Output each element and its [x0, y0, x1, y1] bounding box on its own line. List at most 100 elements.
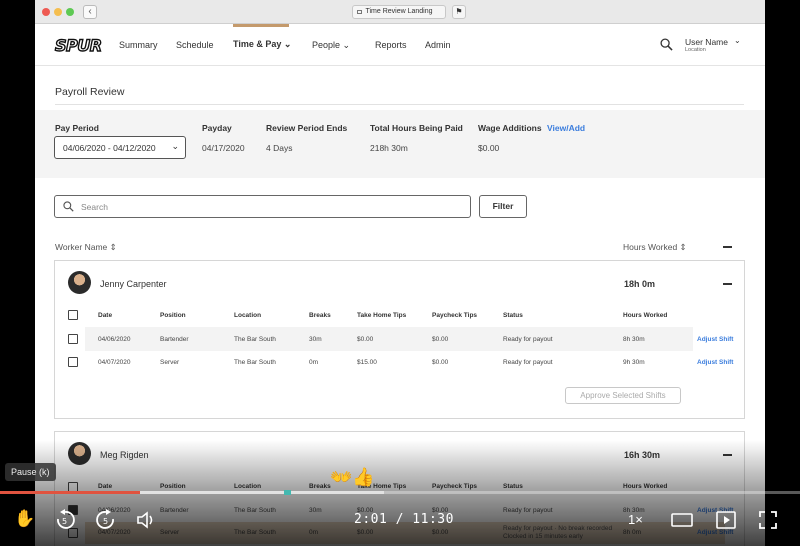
sort-hours-worked[interactable]: Hours Worked ⇕: [623, 242, 687, 253]
active-tab-indicator: [233, 24, 289, 27]
cell-position: Server: [160, 359, 180, 366]
review-end-label: Review Period Ends: [266, 123, 348, 133]
cell-paycheck-tips: $0.00: [432, 359, 449, 366]
cell-date: 04/06/2020: [98, 336, 131, 343]
collapse-all-icon[interactable]: [723, 246, 732, 248]
minimize-window-button[interactable]: [54, 8, 62, 16]
collapse-icon[interactable]: [723, 283, 732, 285]
svg-text:5: 5: [103, 517, 108, 526]
collapse-icon[interactable]: [723, 454, 732, 456]
payday-value: 04/17/2020: [202, 143, 245, 153]
col-hours-worked: Hours Worked: [623, 312, 668, 319]
chevron-down-icon: ⌄: [283, 39, 292, 49]
wage-additions-label: Wage Additions: [478, 123, 542, 133]
cell-breaks: 0m: [309, 529, 319, 536]
pay-period-value: 04/06/2020 - 04/12/2020: [63, 143, 156, 153]
wage-additions-value: $0.00: [478, 143, 500, 153]
col-status: Status: [503, 483, 523, 490]
search-input[interactable]: Search: [54, 195, 471, 218]
sort-worker-name[interactable]: Worker Name ⇕: [55, 242, 117, 253]
nav-people[interactable]: People ⌄: [312, 40, 350, 51]
miniplayer-icon[interactable]: [716, 511, 736, 529]
total-hours-value: 218h 30m: [370, 143, 408, 153]
progress-marker[interactable]: [284, 490, 291, 495]
row-checkbox[interactable]: [68, 357, 78, 367]
top-nav: SPUR Summary Schedule Time & Pay ⌄ Peopl…: [35, 24, 765, 66]
search-placeholder: Search: [81, 202, 108, 212]
browser-toolbar: ‹ Time Review Landing ⚑: [35, 0, 765, 24]
address-bar[interactable]: Time Review Landing: [352, 5, 446, 19]
close-window-button[interactable]: [42, 8, 50, 16]
col-position: Position: [160, 312, 186, 319]
chevron-down-icon: ⌄: [342, 40, 351, 50]
rewind-5-icon[interactable]: 5: [55, 509, 75, 531]
worker-name[interactable]: Jenny Carpenter: [100, 279, 167, 289]
chevron-down-icon[interactable]: ⌄: [734, 36, 741, 45]
col-status: Status: [503, 312, 523, 319]
cell-breaks: 0m: [309, 359, 319, 366]
cell-status: Ready for payout: [503, 336, 553, 343]
approve-selected-shifts-button[interactable]: Approve Selected Shifts: [565, 387, 681, 404]
col-hours-worked: Hours Worked: [623, 483, 668, 490]
pay-summary: Pay Period 04/06/2020 - 04/12/2020 ⌄ Pay…: [35, 110, 765, 178]
forward-5-icon[interactable]: 5: [96, 509, 116, 531]
pay-period-select[interactable]: 04/06/2020 - 04/12/2020 ⌄: [54, 136, 186, 159]
time-readout: 2:01 / 11:30: [354, 512, 454, 527]
cell-take-home-tips: $0.00: [357, 336, 374, 343]
view-add-link[interactable]: View/Add: [547, 123, 585, 133]
cell-status: Ready for payout: [503, 507, 553, 514]
volume-icon[interactable]: [136, 511, 158, 529]
col-location: Location: [234, 312, 262, 319]
cell-breaks: 30m: [309, 507, 322, 514]
user-location: Location: [685, 47, 706, 53]
nav-summary[interactable]: Summary: [119, 40, 158, 50]
page-icon: [357, 10, 362, 14]
nav-schedule[interactable]: Schedule: [176, 40, 214, 50]
row-checkbox[interactable]: [68, 334, 78, 344]
flag-icon[interactable]: ⚑: [452, 5, 466, 19]
cell-hours: 9h 30m: [623, 359, 645, 366]
filter-button[interactable]: Filter: [479, 195, 527, 218]
cell-take-home-tips: $0.00: [357, 529, 374, 536]
user-name[interactable]: User Name: [685, 37, 728, 47]
avatar: [68, 442, 91, 465]
worker-name[interactable]: Meg Rigden: [100, 450, 149, 460]
cell-location: The Bar South: [234, 507, 276, 514]
search-icon[interactable]: [660, 38, 673, 51]
worker-hours: 16h 30m: [624, 450, 661, 460]
fullscreen-icon[interactable]: [759, 511, 777, 529]
col-breaks: Breaks: [309, 312, 331, 319]
back-button[interactable]: ‹: [83, 5, 97, 19]
col-date: Date: [98, 312, 113, 319]
select-all-checkbox[interactable]: [68, 310, 78, 320]
clapping-hands-icon: 👐👍: [330, 467, 375, 487]
cell-position: Server: [160, 529, 180, 536]
chevron-down-icon: ⌄: [171, 141, 179, 151]
pause-tooltip: Pause (k): [5, 463, 56, 481]
adjust-shift-link[interactable]: Adjust Shift: [697, 336, 733, 343]
nav-time-pay[interactable]: Time & Pay ⌄: [233, 39, 291, 50]
cell-location: The Bar South: [234, 359, 276, 366]
playback-speed-button[interactable]: 1×: [628, 512, 643, 527]
nav-reports[interactable]: Reports: [375, 40, 407, 50]
tab-title: Time Review Landing: [365, 8, 433, 15]
logo[interactable]: SPUR: [54, 35, 102, 55]
app-window: ‹ Time Review Landing ⚑ SPUR Summary Sch…: [35, 0, 765, 546]
maximize-window-button[interactable]: [66, 8, 74, 16]
col-paycheck-tips: Paycheck Tips: [432, 312, 478, 319]
cell-hours: 8h 30m: [623, 336, 645, 343]
col-date: Date: [98, 483, 113, 490]
worker-hours: 18h 0m: [624, 279, 656, 289]
progress-played: [0, 491, 140, 494]
adjust-shift-link[interactable]: Adjust Shift: [697, 529, 733, 536]
nav-admin[interactable]: Admin: [425, 40, 451, 50]
captions-icon[interactable]: [671, 513, 693, 527]
cell-location: The Bar South: [234, 336, 276, 343]
hand-icon[interactable]: ✋: [14, 508, 35, 530]
cell-position: Bartender: [160, 336, 189, 343]
col-take-home-tips: Take Home Tips: [357, 312, 407, 319]
col-location: Location: [234, 483, 262, 490]
cell-paycheck-tips: $0.00: [432, 336, 449, 343]
nav-people-label: People: [312, 40, 341, 50]
adjust-shift-link[interactable]: Adjust Shift: [697, 359, 733, 366]
